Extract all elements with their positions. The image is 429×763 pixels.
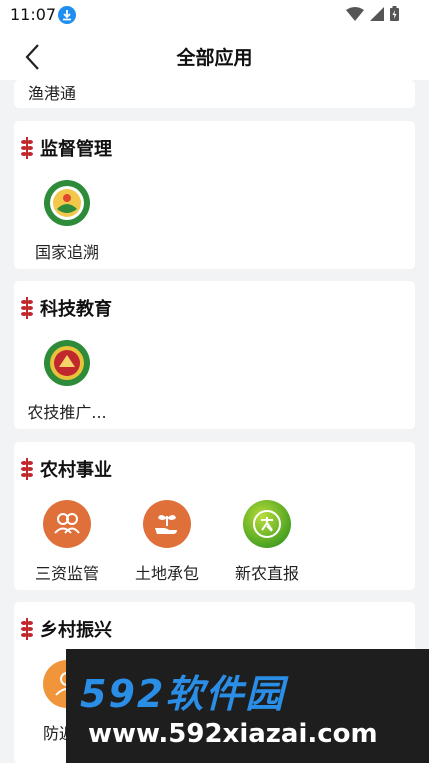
download-icon bbox=[58, 6, 76, 24]
nav-bar: 全部应用 bbox=[0, 32, 429, 80]
agri-tech-logo-icon bbox=[43, 339, 91, 387]
section-header: 科技教育 bbox=[20, 295, 112, 321]
section-card-rural-affairs: 农村事业 三资监管 土地承包 新农直报 bbox=[14, 442, 415, 590]
app-label: 三资监管 bbox=[34, 564, 99, 583]
status-bar: 11:07 bbox=[0, 0, 429, 32]
app-label[interactable]: 渔港通 bbox=[28, 80, 76, 104]
battery-icon bbox=[390, 6, 399, 21]
section-card-supervision: 监督管理 国家追溯 bbox=[14, 121, 415, 269]
section-title: 科技教育 bbox=[40, 299, 112, 320]
section-title: 监督管理 bbox=[40, 139, 112, 160]
wheat-icon bbox=[21, 137, 33, 159]
nong-badge-icon bbox=[243, 500, 291, 548]
national-trace-logo-icon bbox=[43, 179, 91, 227]
status-icons bbox=[346, 6, 399, 21]
wheat-icon bbox=[21, 618, 33, 640]
app-label: 国家追溯 bbox=[34, 243, 99, 262]
app-new-farm-report[interactable]: 新农直报 bbox=[221, 500, 313, 584]
watermark-url: www.592xiazai.com bbox=[88, 719, 378, 749]
watermark-banner: 592软件园 www.592xiazai.com bbox=[66, 649, 429, 763]
section-header: 监督管理 bbox=[20, 135, 112, 161]
section-title: 农村事业 bbox=[40, 460, 112, 481]
app-label: 新农直报 bbox=[234, 564, 299, 583]
wheat-icon bbox=[21, 297, 33, 319]
app-label: 农技推广... bbox=[27, 403, 107, 422]
section-title: 乡村振兴 bbox=[40, 620, 112, 641]
signal-icon bbox=[370, 6, 384, 21]
wifi-icon bbox=[346, 6, 364, 21]
watermark-brand: 592软件园 bbox=[80, 672, 286, 716]
sprout-hand-icon bbox=[143, 500, 191, 548]
status-time: 11:07 bbox=[10, 5, 57, 24]
people-icon bbox=[43, 500, 91, 548]
app-agri-tech[interactable]: 农技推广... bbox=[21, 339, 113, 423]
section-header: 农村事业 bbox=[20, 456, 112, 482]
app-land-contract[interactable]: 土地承包 bbox=[121, 500, 213, 584]
section-card-tech-education: 科技教育 农技推广... bbox=[14, 281, 415, 429]
wheat-icon bbox=[21, 458, 33, 480]
app-national-trace[interactable]: 国家追溯 bbox=[21, 179, 113, 263]
app-three-assets[interactable]: 三资监管 bbox=[21, 500, 113, 584]
section-header: 乡村振兴 bbox=[20, 616, 112, 642]
app-label: 土地承包 bbox=[134, 564, 199, 583]
page-title: 全部应用 bbox=[176, 47, 253, 69]
